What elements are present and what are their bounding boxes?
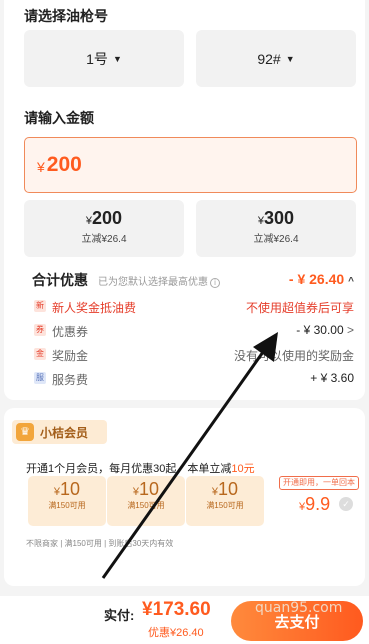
annotation-arrow-icon (101, 332, 278, 579)
